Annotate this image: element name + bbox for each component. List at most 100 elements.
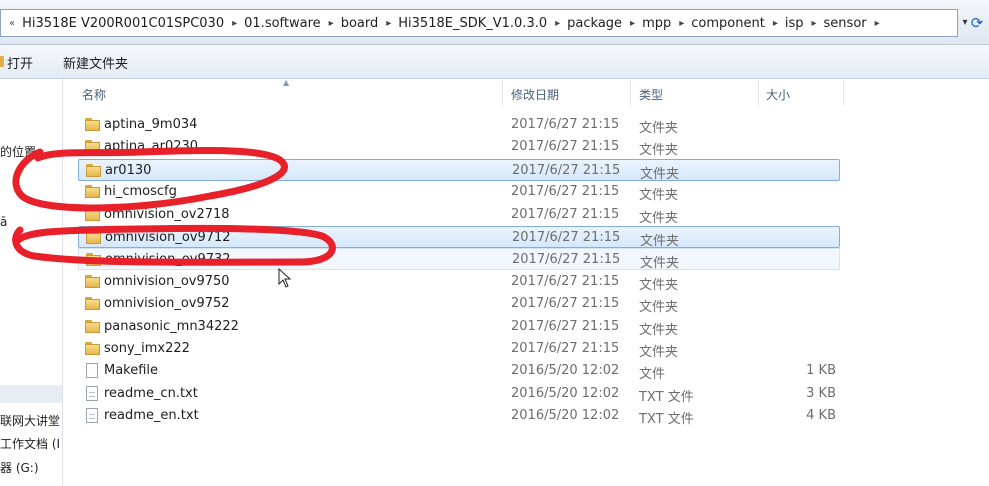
file-type: 文件夹 [639,322,679,338]
breadcrumb-separator-icon[interactable]: ▸ [622,18,642,29]
file-name: omnivision_ov9712 [105,230,231,245]
folder-icon [85,274,100,288]
file-type: 文件夹 [639,143,679,159]
file-name: ar0130 [105,162,152,178]
file-row[interactable]: aptina_9m034 2017/6/27 21:15 文件夹 [78,114,840,136]
breadcrumb-separator-icon[interactable]: ▸ [765,18,785,29]
folder-icon [85,207,100,221]
column-divider[interactable] [843,80,844,106]
file-row[interactable]: ar0130 2017/6/27 21:15 文件夹 [78,158,840,182]
file-date: 2017/6/27 21:15 [511,296,620,312]
breadcrumb-separator-icon[interactable]: ▸ [378,18,398,29]
breadcrumb-item[interactable]: 01.software [244,16,321,31]
file-date: 2017/6/27 21:15 [511,117,620,132]
breadcrumb-item[interactable]: sensor [824,16,867,31]
file-name: sony_imx222 [104,341,190,356]
folder-icon [85,297,100,311]
file-row[interactable]: aptina_ar0230 2017/6/27 21:15 文件夹 [78,136,840,158]
file-icon [86,363,98,379]
folder-icon [86,163,101,177]
nav-item-recent-places[interactable]: 的位置 [0,143,36,160]
breadcrumb-item[interactable]: board [341,16,379,31]
breadcrumb-separator-icon[interactable]: ▸ [547,18,567,29]
file-size: 3 KB [806,385,836,401]
file-type: 文件夹 [640,234,680,249]
column-header-size[interactable]: 大小 [766,86,790,103]
refresh-icon[interactable]: ⟳ [966,11,988,35]
file-size: 4 KB [806,408,836,424]
folder-icon [85,342,100,355]
file-date: 2017/6/27 21:15 [511,318,620,334]
breadcrumb-separator-icon[interactable]: ▸ [804,18,824,29]
file-row[interactable]: omnivision_ov9732 2017/6/27 21:15 文件夹 [78,248,840,272]
file-row[interactable]: panasonic_mn34222 2017/6/27 21:15 文件夹 [78,316,840,338]
column-divider[interactable] [502,80,503,106]
file-type: TXT 文件 [639,412,694,428]
navigation-pane: 的位置 ā 联网大讲堂 工作文档 (I 器 (G:) [0,79,63,486]
mouse-cursor-icon [278,268,292,288]
file-name: readme_cn.txt [104,385,198,401]
breadcrumb-separator-icon[interactable]: ▸ [321,18,341,29]
file-row[interactable]: sony_imx222 2017/6/27 21:15 文件夹 [78,338,840,360]
nav-item-drive-g[interactable]: 器 (G:) [0,459,39,476]
folder-icon [85,140,100,154]
file-row[interactable]: omnivision_ov9750 2017/6/27 21:15 文件夹 [78,271,840,293]
breadcrumb-item[interactable]: Hi3518E V200R001C01SPC030 [22,16,224,31]
file-name: omnivision_ov2718 [104,206,230,222]
folder-icon [85,185,100,199]
breadcrumb-separator-icon[interactable]: ▸ [224,18,244,29]
breadcrumb-item[interactable]: component [691,16,765,31]
file-type: 文件夹 [639,300,679,316]
breadcrumb-item[interactable]: isp [785,16,804,31]
file-type: 文件夹 [640,166,680,182]
file-name: Makefile [104,363,159,379]
breadcrumb-item[interactable]: mpp [642,16,671,31]
command-toolbar: 打开 新建文件夹 [0,45,989,79]
breadcrumb-item[interactable]: Hi3518E_SDK_V1.0.3.0 [398,16,547,31]
file-row[interactable]: hi_cmoscfg 2017/6/27 21:15 文件夹 [78,181,840,203]
file-date: 2017/6/27 21:15 [512,252,621,268]
nav-item-work-docs[interactable]: 工作文档 (I [0,435,60,452]
file-row[interactable]: readme_cn.txt 2016/5/20 12:02 TXT 文件 3 KB [78,383,840,405]
breadcrumb-separator-icon[interactable]: « [1,18,22,29]
breadcrumb-separator-icon[interactable]: ▸ [671,18,691,29]
file-date: 2017/6/27 21:15 [511,273,620,289]
file-name: aptina_ar0230 [104,139,199,155]
column-header-date[interactable]: 修改日期 [511,86,559,103]
nav-item-partial[interactable]: ā [0,215,7,229]
folder-icon [86,253,101,267]
file-date: 2017/6/27 21:15 [511,341,620,356]
file-type: 文件夹 [639,188,679,204]
breadcrumb-separator-icon[interactable]: ▸ [867,18,887,29]
file-size: 1 KB [806,363,836,379]
new-folder-button[interactable]: 新建文件夹 [63,53,128,72]
breadcrumb[interactable]: «Hi3518E V200R001C01SPC030 ▸ 01.software ▸ b… [0,9,958,37]
file-type: 文件夹 [640,256,680,272]
file-name: panasonic_mn34222 [104,318,239,334]
file-row[interactable]: Makefile 2016/5/20 12:02 文件 1 KB [78,360,840,382]
file-date: 2016/5/20 12:02 [511,408,620,424]
open-button[interactable]: 打开 [7,53,33,72]
column-headers: ▲ 名称 修改日期 类型 大小 [74,78,844,106]
file-type: 文件夹 [639,277,679,293]
nav-divider [0,385,62,403]
column-divider[interactable] [630,80,631,106]
column-header-name[interactable]: 名称 [82,86,106,103]
address-bar: «Hi3518E V200R001C01SPC030 ▸ 01.software ▸ b… [0,0,989,45]
sort-arrow-icon: ▲ [283,78,290,87]
file-date: 2017/6/27 21:15 [512,162,621,178]
nav-item-lecture-hall[interactable]: 联网大讲堂 [0,412,60,429]
file-row[interactable]: omnivision_ov9712 2017/6/27 21:15 文件夹 [78,226,840,249]
column-divider[interactable] [758,80,759,106]
file-row[interactable]: omnivision_ov2718 2017/6/27 21:15 文件夹 [78,204,840,226]
file-date: 2017/6/27 21:15 [511,184,620,200]
breadcrumb-item[interactable]: package [567,16,622,31]
column-header-type[interactable]: 类型 [639,86,663,103]
file-type: TXT 文件 [639,389,694,405]
file-row[interactable]: omnivision_ov9752 2017/6/27 21:15 文件夹 [78,293,840,315]
folder-icon [86,231,101,244]
file-row[interactable]: readme_en.txt 2016/5/20 12:02 TXT 文件 4 KB [78,405,840,427]
file-type: 文件夹 [639,210,679,226]
file-name: aptina_9m034 [104,117,198,132]
file-type: 文件夹 [639,121,679,136]
